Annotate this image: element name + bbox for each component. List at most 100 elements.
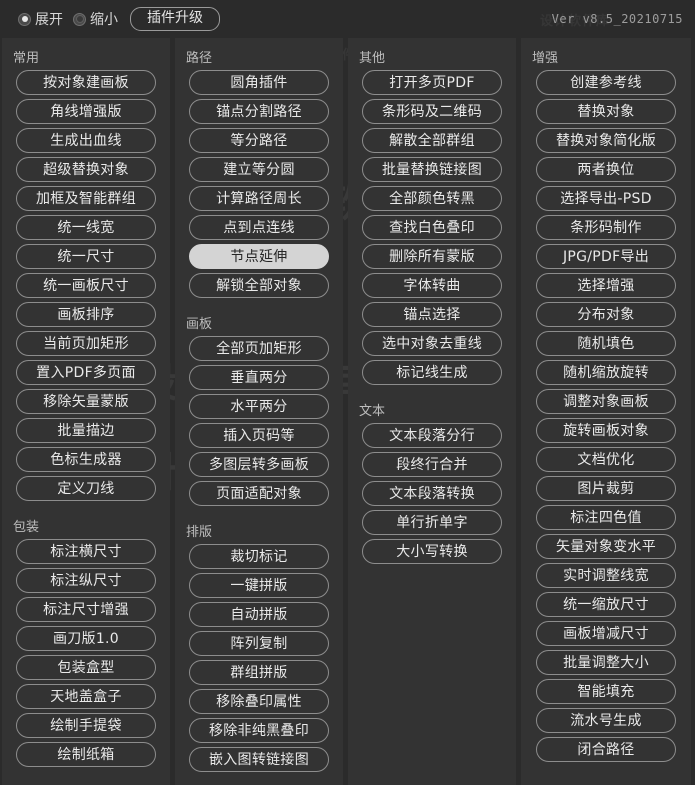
action-button[interactable]: 查找白色叠印 xyxy=(362,215,502,240)
radio-option-collapse[interactable]: 缩小 xyxy=(73,9,118,29)
version-label: Ver v8.5_20210715 xyxy=(551,12,683,26)
action-button[interactable]: 选择导出-PSD xyxy=(536,186,676,211)
action-button[interactable]: 文本段落转换 xyxy=(362,481,502,506)
action-button[interactable]: 画刀版1.0 xyxy=(16,626,156,651)
action-button[interactable]: 替换对象简化版 xyxy=(536,128,676,153)
radio-selected-icon[interactable] xyxy=(18,12,31,26)
action-button[interactable]: 段终行合并 xyxy=(362,452,502,477)
action-button[interactable]: 绘制纸箱 xyxy=(16,742,156,767)
action-button[interactable]: 大小写转换 xyxy=(362,539,502,564)
action-button[interactable]: 超级替换对象 xyxy=(16,157,156,182)
action-button[interactable]: 全部颜色转黑 xyxy=(362,186,502,211)
action-button[interactable]: 单行折单字 xyxy=(362,510,502,535)
action-button[interactable]: 移除矢量蒙版 xyxy=(16,389,156,414)
action-button[interactable]: 加框及智能群组 xyxy=(16,186,156,211)
action-button[interactable]: 创建参考线 xyxy=(536,70,676,95)
action-button[interactable]: 标注横尺寸 xyxy=(16,539,156,564)
action-button[interactable]: 实时调整线宽 xyxy=(536,563,676,588)
action-button[interactable]: 字体转曲 xyxy=(362,273,502,298)
action-button[interactable]: 标注纵尺寸 xyxy=(16,568,156,593)
action-button[interactable]: 插入页码等 xyxy=(189,423,329,448)
radio-unselected-icon[interactable] xyxy=(73,12,86,26)
action-button[interactable]: 统一尺寸 xyxy=(16,244,156,269)
action-button[interactable]: 锚点选择 xyxy=(362,302,502,327)
action-button[interactable]: 调整对象画板 xyxy=(536,389,676,414)
action-button[interactable]: 裁切标记 xyxy=(189,544,329,569)
action-button[interactable]: 移除叠印属性 xyxy=(189,689,329,714)
action-button[interactable]: 按对象建画板 xyxy=(16,70,156,95)
section-button-list: 圆角插件锚点分割路径 等分路径建立等分圆计算路径周长 点到点连线节点延伸解锁全部对象 xyxy=(175,70,343,298)
action-button[interactable]: JPG/PDF导出 xyxy=(536,244,676,269)
action-button[interactable]: 圆角插件 xyxy=(189,70,329,95)
action-button[interactable]: 垂直两分 xyxy=(189,365,329,390)
action-button[interactable]: 文本段落分行 xyxy=(362,423,502,448)
action-button[interactable]: 选择增强 xyxy=(536,273,676,298)
action-button[interactable]: 标记线生成 xyxy=(362,360,502,385)
action-button[interactable]: 绘制手提袋 xyxy=(16,713,156,738)
action-button[interactable]: 水平两分 xyxy=(189,394,329,419)
action-button[interactable]: 流水号生成 xyxy=(536,708,676,733)
action-button[interactable]: 当前页加矩形 xyxy=(16,331,156,356)
action-button[interactable]: 统一线宽 xyxy=(16,215,156,240)
action-button[interactable]: 节点延伸 xyxy=(189,244,329,269)
action-button[interactable]: 随机缩放旋转 xyxy=(536,360,676,385)
action-button[interactable]: 统一缩放尺寸 xyxy=(536,592,676,617)
action-button[interactable]: 文档优化 xyxy=(536,447,676,472)
action-button[interactable]: 批量替换链接图 xyxy=(362,157,502,182)
action-button[interactable]: 角线增强版 xyxy=(16,99,156,124)
action-button[interactable]: 计算路径周长 xyxy=(189,186,329,211)
action-button[interactable]: 条形码制作 xyxy=(536,215,676,240)
action-button[interactable]: 天地盖盒子 xyxy=(16,684,156,709)
action-button[interactable]: 多图层转多画板 xyxy=(189,452,329,477)
action-button[interactable]: 置入PDF多页面 xyxy=(16,360,156,385)
radio-option-expand[interactable]: 展开 xyxy=(18,9,63,29)
plugin-upgrade-button[interactable]: 插件升级 xyxy=(130,6,220,32)
action-button[interactable]: 阵列复制 xyxy=(189,631,329,656)
action-button[interactable]: 移除非纯黑叠印 xyxy=(189,718,329,743)
action-button[interactable]: 定义刀线 xyxy=(16,476,156,501)
action-button[interactable]: 标注四色值 xyxy=(536,505,676,530)
action-button[interactable]: 生成出血线 xyxy=(16,128,156,153)
action-button[interactable]: 条形码及二维码 xyxy=(362,99,502,124)
action-button[interactable]: 点到点连线 xyxy=(189,215,329,240)
action-button[interactable]: 色标生成器 xyxy=(16,447,156,472)
action-button[interactable]: 智能填充 xyxy=(536,679,676,704)
action-button[interactable]: 群组拼版 xyxy=(189,660,329,685)
action-button[interactable]: 自动拼版 xyxy=(189,602,329,627)
action-button[interactable]: 矢量对象变水平 xyxy=(536,534,676,559)
action-button[interactable]: 分布对象 xyxy=(536,302,676,327)
action-button[interactable]: 画板排序 xyxy=(16,302,156,327)
action-button[interactable]: 解锁全部对象 xyxy=(189,273,329,298)
action-button[interactable]: 批量调整大小 xyxy=(536,650,676,675)
section-button-list: 打开多页PDF 条形码及二维码 解散全部群组 批量替换链接图 全部颜色转黑 查找白色叠印删… xyxy=(348,70,516,385)
action-button[interactable]: 页面适配对象 xyxy=(189,481,329,506)
action-button[interactable]: 选中对象去重线 xyxy=(362,331,502,356)
action-button[interactable]: 解散全部群组 xyxy=(362,128,502,153)
action-button[interactable]: 删除所有蒙版 xyxy=(362,244,502,269)
action-button[interactable]: 一键拼版 xyxy=(189,573,329,598)
column-1: 常用 按对象建画板 角线增强版 生成出血线 超级替换对象 加框及智能群组 统一线宽 统一尺寸统… xyxy=(2,38,170,785)
action-button[interactable]: 替换对象 xyxy=(536,99,676,124)
action-button[interactable]: 闭合路径 xyxy=(536,737,676,762)
action-button[interactable]: 图片裁剪 xyxy=(536,476,676,501)
view-mode-radio-group: 展开 缩小 xyxy=(18,9,118,29)
action-button[interactable]: 随机填色 xyxy=(536,331,676,356)
action-button[interactable]: 打开多页PDF xyxy=(362,70,502,95)
action-button[interactable]: 批量描边 xyxy=(16,418,156,443)
action-button[interactable]: 全部页加矩形 xyxy=(189,336,329,361)
action-button[interactable]: 建立等分圆 xyxy=(189,157,329,182)
action-button[interactable]: 包装盒型 xyxy=(16,655,156,680)
radio-label-expand: 展开 xyxy=(35,12,63,28)
toolbar: 展开 缩小 插件升级 Ver v8.5_20210715 xyxy=(0,0,695,38)
action-button[interactable]: 两者换位 xyxy=(536,157,676,182)
action-button[interactable]: 等分路径 xyxy=(189,128,329,153)
action-button[interactable]: 统一画板尺寸 xyxy=(16,273,156,298)
action-button[interactable]: 嵌入图转链接图 xyxy=(189,747,329,772)
action-button[interactable]: 画板增减尺寸 xyxy=(536,621,676,646)
action-button[interactable]: 标注尺寸增强 xyxy=(16,597,156,622)
action-button[interactable]: 旋转画板对象 xyxy=(536,418,676,443)
action-button[interactable]: 锚点分割路径 xyxy=(189,99,329,124)
